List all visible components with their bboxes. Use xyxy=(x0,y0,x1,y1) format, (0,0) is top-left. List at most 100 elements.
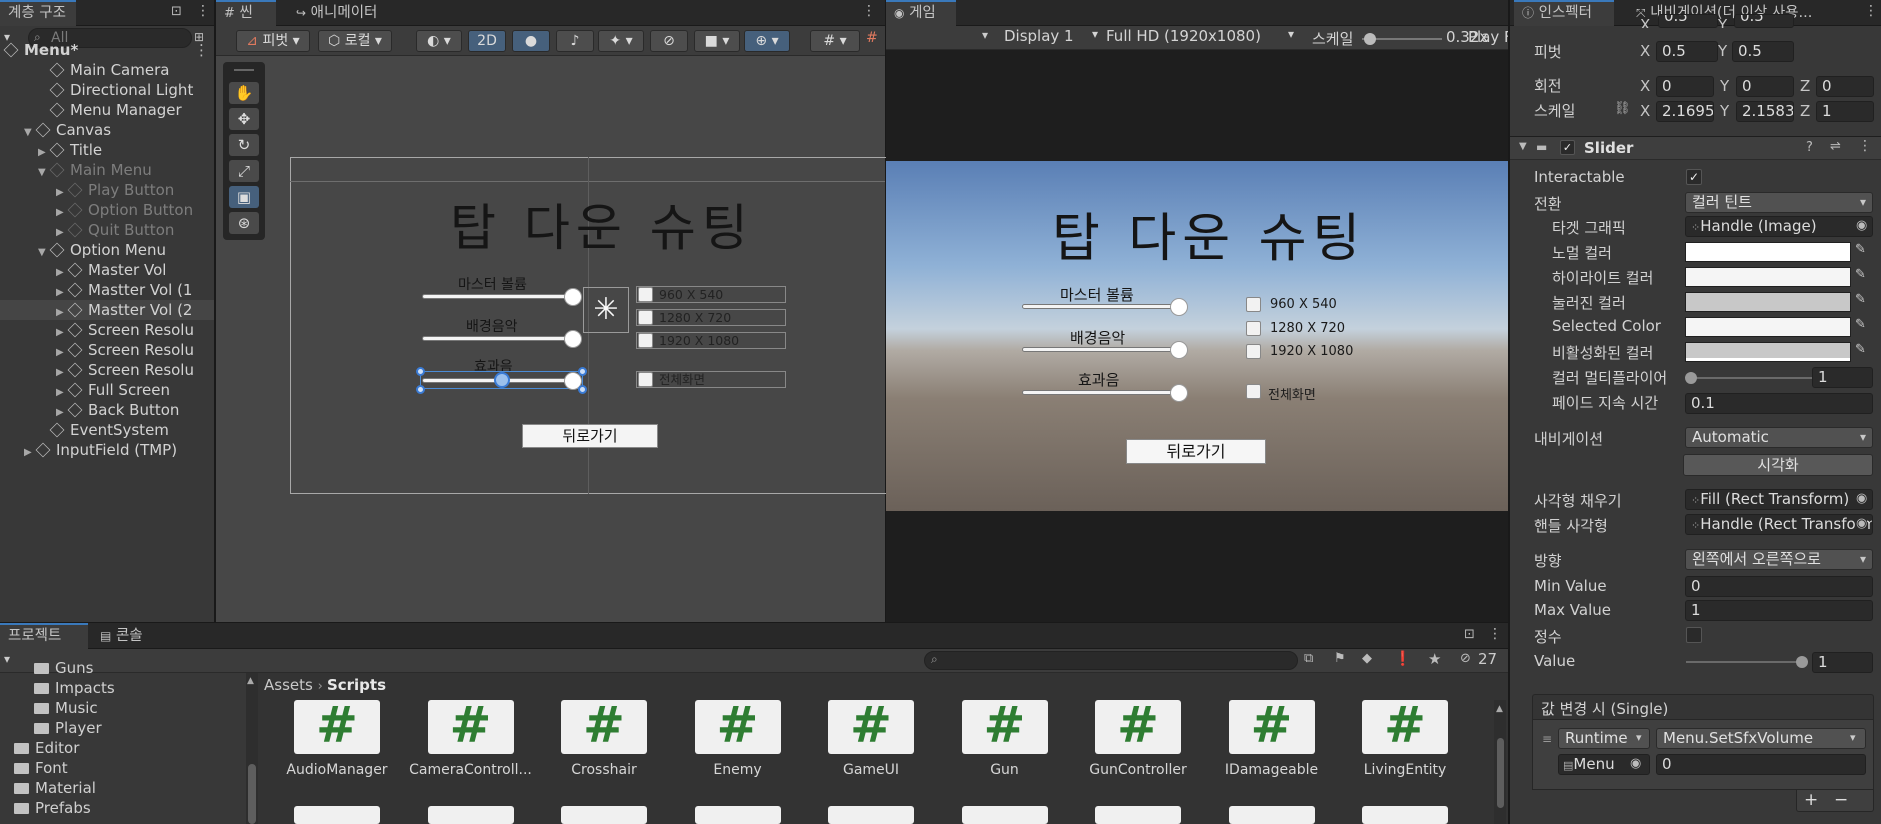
max-value-field[interactable]: 1 xyxy=(1685,600,1873,621)
scale-z-field[interactable]: 1 xyxy=(1816,101,1874,122)
hierarchy-item[interactable]: ▼ Canvas xyxy=(0,120,214,140)
fill-rect-picker-icon[interactable]: ◉ xyxy=(1856,491,1868,506)
target-graphic-picker-icon[interactable]: ◉ xyxy=(1856,218,1867,233)
tree-scroll-up-icon[interactable]: ▲ xyxy=(247,676,254,686)
breadcrumb-scripts[interactable]: Scripts xyxy=(327,676,386,694)
script-asset-label[interactable]: LivingEntity xyxy=(1340,762,1470,778)
hierarchy-item[interactable]: ▶ Screen Resolu xyxy=(0,360,214,380)
foldout-arrow-icon[interactable]: ▼ xyxy=(1519,141,1527,152)
game-res-checkbox-3[interactable] xyxy=(1246,344,1261,359)
disabled-color-eyedropper-icon[interactable]: ✎ xyxy=(1855,342,1871,360)
fade-duration-field[interactable]: 0.1 xyxy=(1685,393,1873,414)
hierarchy-item[interactable]: ▶ Master Vol xyxy=(0,260,214,280)
hierarchy-item[interactable]: EventSystem xyxy=(0,420,214,440)
scene-slider-knob-2[interactable] xyxy=(564,330,582,348)
filter-by-label-icon[interactable]: ◆ xyxy=(1362,651,1372,666)
script-asset-label[interactable]: Gun xyxy=(940,762,1070,778)
grid-snap-button[interactable]: # ▾ xyxy=(810,30,860,52)
interactable-checkbox[interactable]: ✓ xyxy=(1686,169,1702,185)
hierarchy-item[interactable]: ▶ Quit Button xyxy=(0,220,214,240)
event-object-picker-icon[interactable]: ◉ xyxy=(1630,756,1641,771)
lock-icon[interactable]: ⊡ xyxy=(171,4,182,19)
tab-project[interactable]: 프로젝트 xyxy=(0,623,88,649)
scene-slider-track-1[interactable] xyxy=(422,294,577,299)
csharp-script-icon[interactable]: # xyxy=(694,700,781,754)
tab-console[interactable]: ▤ 콘솔 xyxy=(92,623,172,649)
game-res-checkbox-1[interactable] xyxy=(1246,297,1261,312)
csharp-script-icon[interactable] xyxy=(961,806,1048,824)
highlight-color-eyedropper-icon[interactable]: ✎ xyxy=(1855,267,1871,285)
scale-x-field[interactable]: 2.1695 xyxy=(1656,101,1714,122)
fill-rect-field[interactable]: ⁘Fill (Rect Transform) xyxy=(1685,489,1873,510)
grid-scroll-up-icon[interactable]: ▲ xyxy=(1496,704,1503,714)
game-res-checkbox-2[interactable] xyxy=(1246,321,1261,336)
pressed-color-swatch[interactable] xyxy=(1685,292,1851,312)
hierarchy-item[interactable]: ▼ Option Menu xyxy=(0,240,214,260)
value-slider[interactable] xyxy=(1686,656,1808,668)
script-asset-label[interactable]: IDamageable xyxy=(1207,762,1337,778)
hierarchy-item[interactable]: ▶ Back Button xyxy=(0,400,214,420)
hierarchy-item[interactable]: ▶ Play Button xyxy=(0,180,214,200)
game-slider-track-3[interactable] xyxy=(1022,390,1182,395)
selected-color-swatch[interactable] xyxy=(1685,317,1851,337)
pivot-handle[interactable] xyxy=(494,372,510,388)
log-errors-icon[interactable]: ❗ xyxy=(1394,651,1411,667)
script-asset-label[interactable]: GameUI xyxy=(806,762,936,778)
value-knob[interactable] xyxy=(1796,656,1808,668)
scene-more-icon[interactable]: ⋮ xyxy=(862,3,876,19)
project-search-input[interactable]: ⌕ xyxy=(924,651,1298,670)
hierarchy-item[interactable]: Menu Manager xyxy=(0,100,214,120)
tab-game[interactable]: ◉ 게임 xyxy=(886,0,956,26)
remove-listener-icon[interactable]: − xyxy=(1834,790,1848,810)
rotation-z-field[interactable]: 0 xyxy=(1816,76,1874,97)
scene-slider-knob-1[interactable] xyxy=(564,288,582,306)
hidden-packages-icon[interactable]: ⊘ xyxy=(1460,651,1471,666)
hierarchy-item[interactable]: ▶ Screen Resolu xyxy=(0,340,214,360)
hierarchy-item[interactable]: Main Camera xyxy=(0,60,214,80)
tab-animator[interactable]: ↪ 애니메이터 xyxy=(288,0,398,26)
csharp-script-icon[interactable] xyxy=(1095,806,1181,824)
rotation-x-field[interactable]: 0 xyxy=(1656,76,1714,97)
gizmos-button[interactable]: ⊕ ▾ xyxy=(744,30,790,52)
top-x-field[interactable]: 0.5 xyxy=(1658,14,1718,28)
hierarchy-item[interactable]: ▶ Screen Resolu xyxy=(0,320,214,340)
game-scale-knob[interactable] xyxy=(1364,33,1376,45)
draw-mode-button[interactable]: ◐ ▾ xyxy=(416,30,462,52)
project-folder-item[interactable]: Prefabs xyxy=(14,799,91,817)
resize-handle-tl[interactable] xyxy=(416,367,425,376)
help-icon[interactable]: ? xyxy=(1806,140,1813,155)
function-dropdown[interactable]: Menu.SetSfxVolume xyxy=(1656,728,1866,749)
local-toggle[interactable]: ⬡ 로컬 ▾ xyxy=(318,30,392,52)
rotation-y-field[interactable]: 0 xyxy=(1736,76,1794,97)
hand-tool-icon[interactable]: ✋ xyxy=(229,82,259,104)
handle-rect-picker-icon[interactable]: ◉ xyxy=(1856,516,1868,531)
scene-more-menu-icon[interactable]: ⋮ xyxy=(194,40,209,60)
preset-icon[interactable]: ⇌ xyxy=(1830,139,1841,154)
effects-toggle[interactable]: ✦ ▾ xyxy=(598,30,644,52)
more-menu-icon[interactable]: ⋮ xyxy=(196,3,210,19)
tab-scene[interactable]: # 씬 xyxy=(216,0,276,26)
min-value-field[interactable]: 0 xyxy=(1685,576,1873,597)
game-slider-knob-3[interactable] xyxy=(1170,384,1188,402)
csharp-script-icon[interactable]: # xyxy=(1362,700,1448,754)
rotate-tool-icon[interactable]: ↻ xyxy=(229,134,259,156)
snap-increment-icon[interactable]: # xyxy=(866,30,878,46)
csharp-script-icon[interactable] xyxy=(1228,806,1315,824)
hierarchy-item[interactable]: ▶ Mastter Vol (1 xyxy=(0,280,214,300)
inspector-more-icon[interactable]: ⋮ xyxy=(1864,3,1878,19)
navigation-dropdown[interactable]: Automatic xyxy=(1685,427,1873,448)
search-by-type-icon[interactable]: ⧉ xyxy=(1304,651,1313,666)
scene-back-button[interactable]: 뒤로가기 xyxy=(522,424,658,448)
scale-tool-icon[interactable]: ⤢ xyxy=(229,160,259,182)
scene-slider-track-2[interactable] xyxy=(422,336,577,341)
resize-handle-br[interactable] xyxy=(578,385,587,394)
hierarchy-item[interactable]: ▶ Full Screen xyxy=(0,380,214,400)
top-y-field[interactable]: 0.5 xyxy=(1734,14,1794,28)
hierarchy-item[interactable]: ▼ Main Menu xyxy=(0,160,214,180)
drag-handle-icon[interactable]: ≡ xyxy=(1542,732,1552,746)
csharp-script-icon[interactable] xyxy=(828,806,914,824)
csharp-script-icon[interactable] xyxy=(427,806,514,824)
2d-toggle[interactable]: 2D xyxy=(468,30,506,52)
script-asset-label[interactable]: CameraControll... xyxy=(406,762,536,778)
project-folder-item[interactable]: Material xyxy=(14,779,96,797)
